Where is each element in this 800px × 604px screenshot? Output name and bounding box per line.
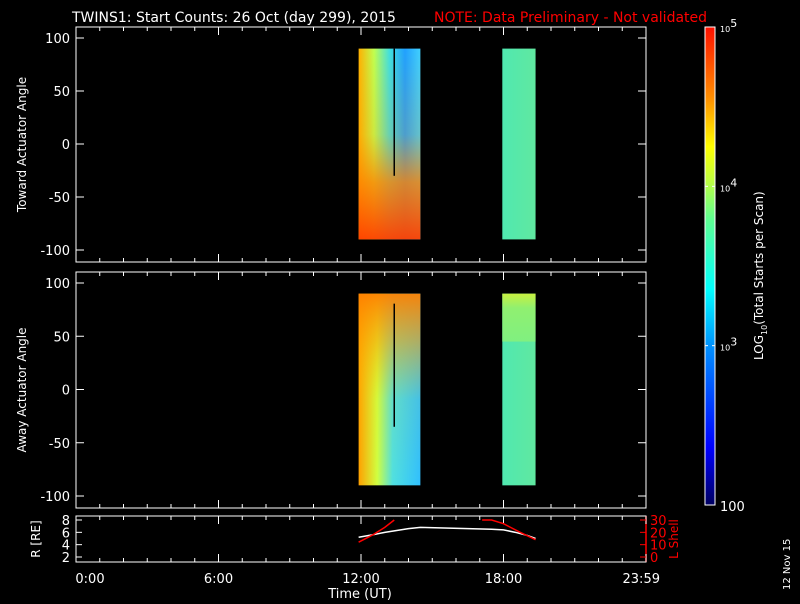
x-tick-label: 23:59 xyxy=(623,572,660,587)
y-tick-label: 50 xyxy=(53,85,70,100)
y-tick-label: 0 xyxy=(62,384,70,399)
twins-start-counts-figure: TWINS1: Start Counts: 26 Oct (day 299), … xyxy=(15,10,793,602)
heatmap-block-overlay xyxy=(502,293,536,342)
heatmap-panel-toward: 100 50 0 -50 -100 Toward Actuator Angle xyxy=(15,26,647,263)
y-tick-label: -100 xyxy=(40,490,70,505)
y-tick-label: 2 xyxy=(62,551,70,566)
y-tick-label: 50 xyxy=(53,330,70,345)
y-tick-label: -100 xyxy=(40,244,70,259)
heatmap-block-overlay xyxy=(358,293,421,486)
x-axis-label: Time (UT) xyxy=(327,587,392,600)
date-stamp: 12 Nov 15 xyxy=(782,539,793,590)
x-tick-label: 12:00 xyxy=(342,572,379,587)
ephemeris-panel: 0:00 6:00 12:00 18:00 23:5986423020100R [RE]… xyxy=(29,514,681,587)
x-tick-label: 18:00 xyxy=(485,572,522,587)
heatmap-block-overlay xyxy=(358,48,421,240)
heatmap-panel-away: 100 50 0 -50 -100 Away Actuator Angle xyxy=(15,271,647,509)
x-tick-label: 6:00 xyxy=(204,572,233,587)
y-axis-label: R [RE] xyxy=(29,520,43,557)
colorbar: 105 104 103 100 LOG10(Total Starts per Scan… xyxy=(704,17,769,515)
heatmap-block xyxy=(502,48,536,240)
colorbar-tick-label: 104 xyxy=(720,176,737,193)
figure-title: TWINS1: Start Counts: 26 Oct (day 299), … xyxy=(71,10,396,26)
y-axis-label: Toward Actuator Angle xyxy=(15,77,29,213)
y-tick-label: -50 xyxy=(49,437,70,452)
y-axis-label: Away Actuator Angle xyxy=(15,327,29,452)
y-tick-label: 100 xyxy=(45,32,70,47)
r-distance-line xyxy=(358,526,536,540)
y-tick-label: 0 xyxy=(62,138,70,153)
y-tick-label: 100 xyxy=(45,277,70,292)
colorbar-tick-label: 105 xyxy=(720,17,737,34)
y-tick-label: -50 xyxy=(49,191,70,206)
y2-axis-label: L Shell xyxy=(667,519,681,559)
x-tick-label: 0:00 xyxy=(75,572,104,587)
preliminary-note: NOTE: Data Preliminary - Not validated xyxy=(434,10,707,26)
colorbar-label: LOG10(Total Starts per Scan) xyxy=(752,191,769,360)
colorbar-tick-label: 103 xyxy=(720,336,737,353)
colorbar-tick-label: 100 xyxy=(720,500,745,515)
y2-tick-label: 0 xyxy=(650,551,658,566)
colorbar-scale xyxy=(704,26,716,506)
